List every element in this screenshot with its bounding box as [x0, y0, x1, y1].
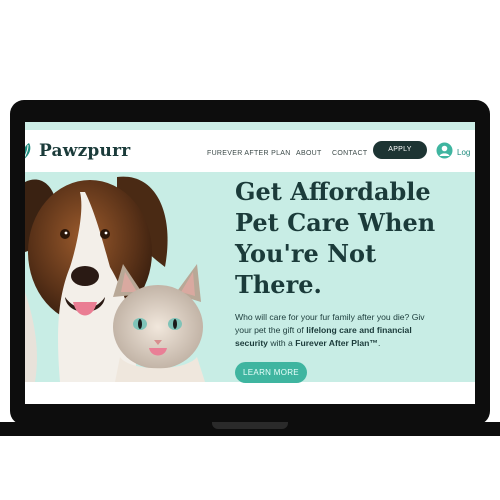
- hero-description: Who will care for your fur family after …: [235, 311, 475, 350]
- hero-title-line: Pet Care When: [235, 208, 436, 237]
- hero-body-emphasis: security: [235, 338, 268, 348]
- hero-body-line: Who will care for your fur family after …: [235, 312, 425, 322]
- hero-body-text: .: [377, 338, 381, 348]
- hero-body-emphasis: Furever After Plan™: [295, 338, 378, 348]
- apply-button[interactable]: APPLY: [373, 141, 427, 159]
- nav-link-furever-after-plan[interactable]: FUREVER AFTER PLAN: [207, 150, 291, 157]
- hero-body-text: with a: [267, 338, 296, 348]
- learn-more-button[interactable]: LEARN MORE: [235, 362, 307, 383]
- nav-link-contact[interactable]: CONTACT: [332, 150, 367, 157]
- hero-title: Get Affordable Pet Care When You're Not …: [235, 176, 475, 300]
- hero-body-line: security with a Furever After Plan™.: [235, 337, 475, 350]
- brand-logo-text[interactable]: Pawzpurr: [39, 141, 130, 161]
- navbar: Pawzpurr FUREVER AFTER PLAN ABOUT CONTAC…: [25, 130, 475, 173]
- hero-body-text: your pet the gift of: [235, 325, 307, 335]
- hero-title-line: Get Affordable: [235, 177, 431, 206]
- hero-body-line: your pet the gift of lifelong care and f…: [235, 324, 475, 337]
- dog-and-cat-photo: [25, 176, 205, 382]
- top-strip: [25, 122, 475, 130]
- hero-body-emphasis: lifelong care and financial: [306, 325, 412, 335]
- hero-section: Get Affordable Pet Care When You're Not …: [25, 172, 475, 383]
- hero-title-line: You're Not: [235, 239, 377, 268]
- nav-link-about[interactable]: ABOUT: [296, 150, 322, 157]
- laptop-notch: [212, 422, 288, 429]
- hero-title-line: There.: [235, 270, 322, 299]
- user-avatar-icon[interactable]: [436, 142, 453, 164]
- laptop-screen: Pawzpurr FUREVER AFTER PLAN ABOUT CONTAC…: [25, 122, 475, 404]
- paw-leaf-logo-icon[interactable]: [25, 142, 35, 167]
- login-link[interactable]: Log: [457, 148, 470, 157]
